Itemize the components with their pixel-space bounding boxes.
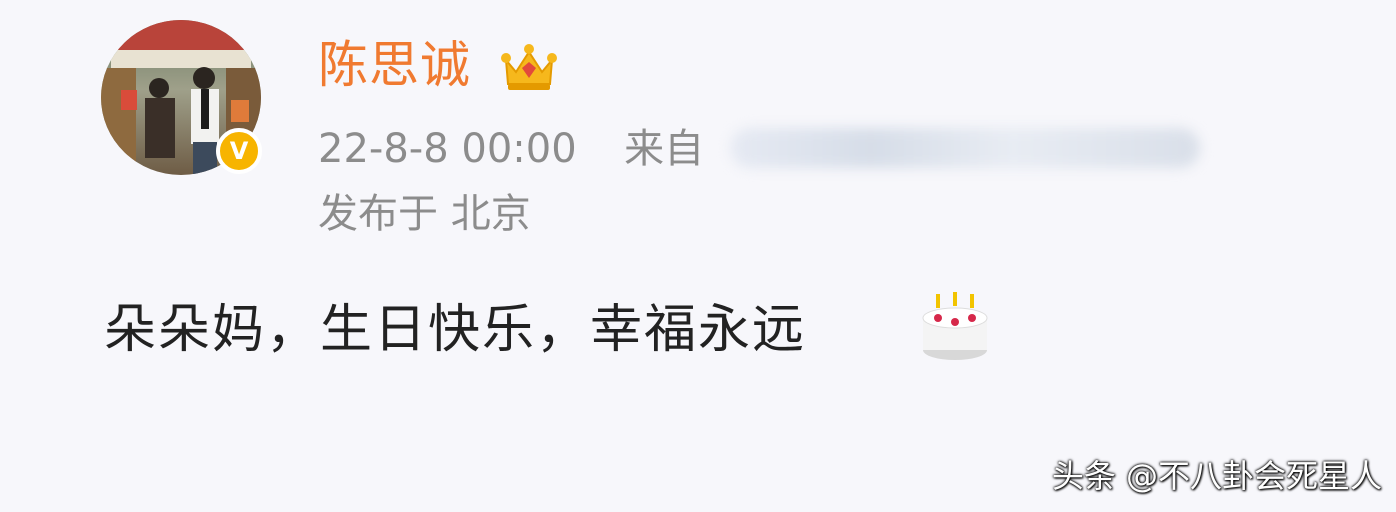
crown-icon [501, 44, 557, 90]
watermark: 头条 @不八卦会死星人 [1051, 457, 1382, 495]
blurred-source [730, 128, 1200, 168]
post-location: 发布于 北京 [318, 191, 531, 237]
birthday-cake-icon [922, 292, 988, 360]
post-timestamp: 22-8-8 00:00 [318, 126, 577, 172]
post-source-prefix: 来自 [624, 126, 705, 172]
author-name[interactable]: 陈思诚 [318, 30, 471, 100]
post-meta: 22-8-8 00:00 来自 [318, 121, 704, 177]
verified-v-icon: V [216, 128, 262, 174]
post-text: 朵朵妈，生日快乐，幸福永远 [104, 300, 807, 360]
